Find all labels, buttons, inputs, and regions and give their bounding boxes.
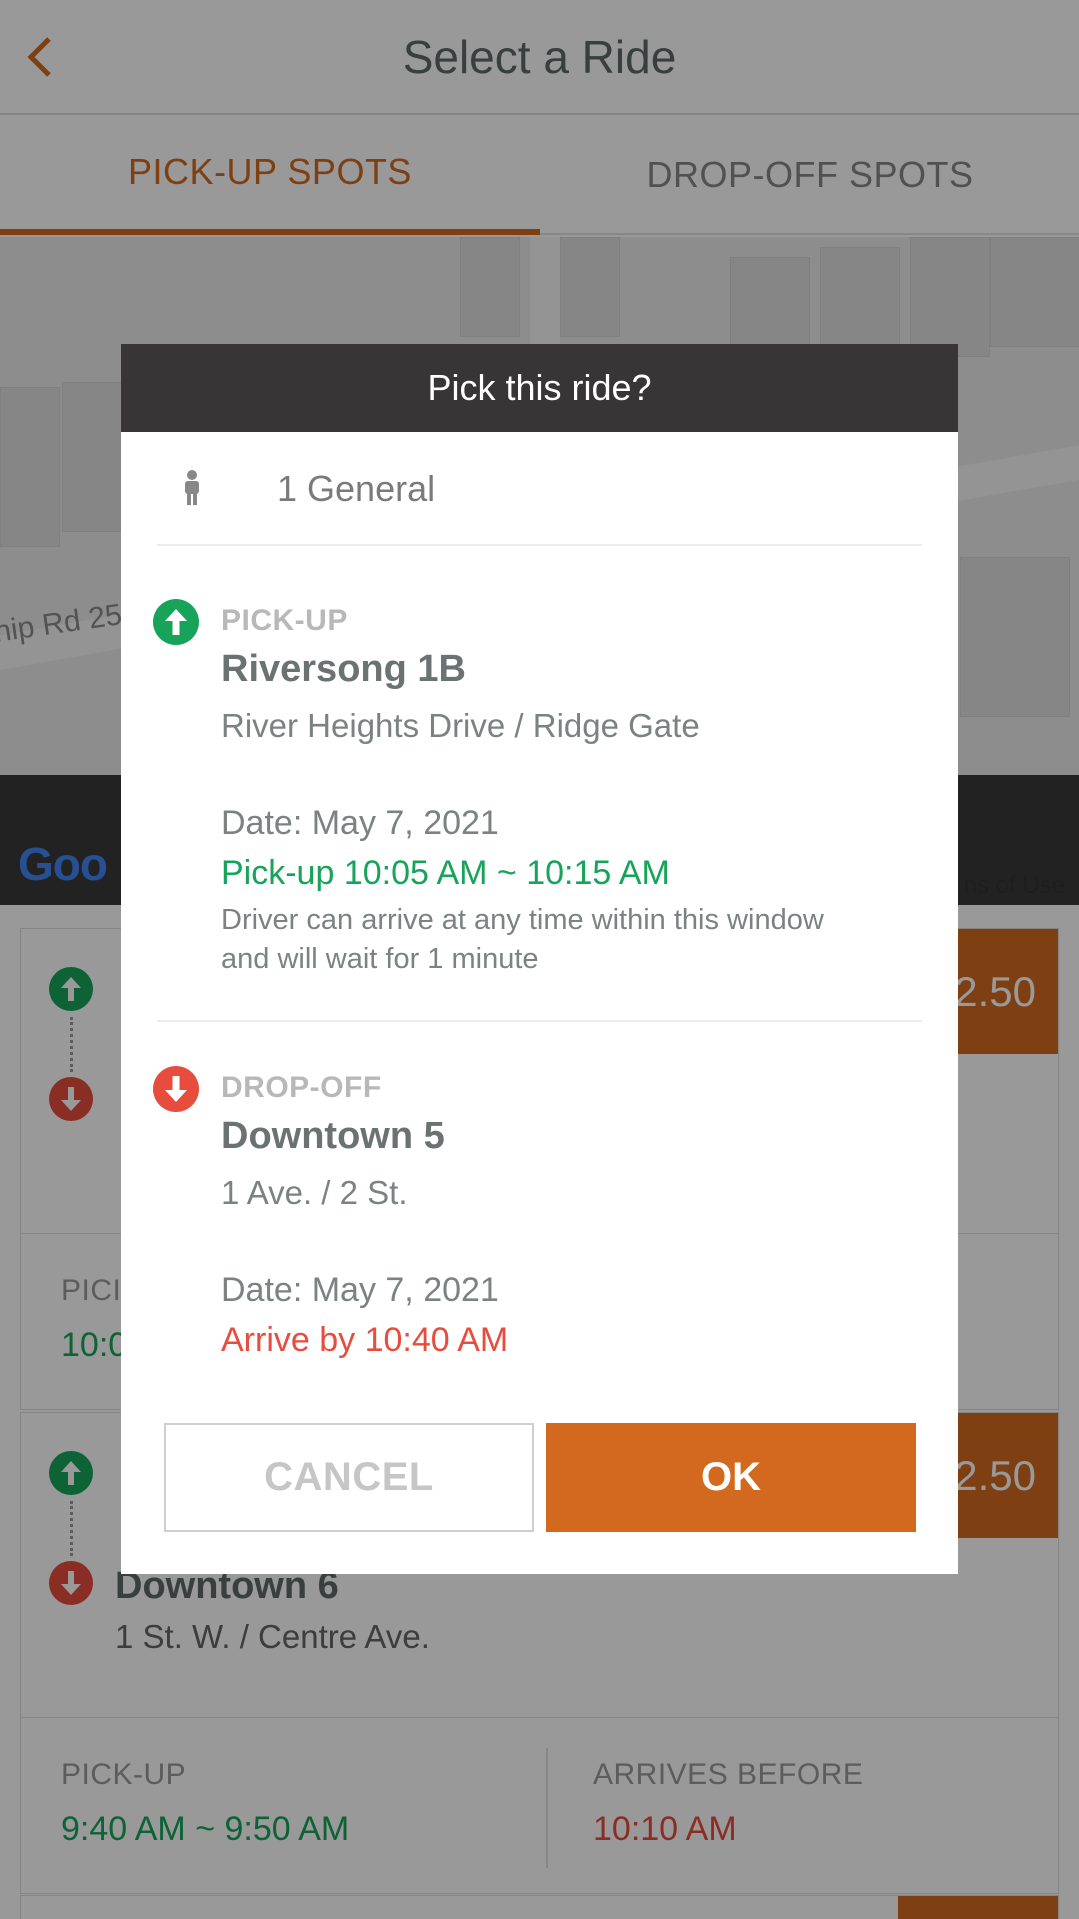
pickup-label: PICK-UP [221, 604, 348, 637]
dropoff-arrow-icon [153, 1066, 199, 1112]
pickup-wait-note: Driver can arrive at any time within thi… [221, 904, 824, 975]
pickup-stop-name: Riversong 1B [221, 648, 466, 690]
passenger-count: 1 General [277, 468, 436, 509]
dropoff-date: Date: May 7, 2021 [221, 1271, 499, 1309]
passenger-row: 1 General [157, 432, 922, 546]
person-icon [179, 470, 205, 511]
pickup-window: Pick-up 10:05 AM ~ 10:15 AM [221, 854, 670, 892]
dropoff-stop-address: 1 Ave. / 2 St. [221, 1174, 408, 1211]
dialog-title: Pick this ride? [121, 344, 958, 432]
dropoff-label: DROP-OFF [221, 1071, 382, 1104]
ok-button[interactable]: OK [546, 1423, 916, 1532]
section-divider [157, 1020, 922, 1022]
pickup-stop-address: River Heights Drive / Ridge Gate [221, 707, 700, 744]
cancel-button[interactable]: CANCEL [164, 1423, 534, 1532]
pickup-date: Date: May 7, 2021 [221, 804, 499, 842]
pickup-arrow-icon [153, 599, 199, 645]
confirm-ride-dialog: Pick this ride? 1 General PICK-UP Rivers… [121, 344, 958, 1574]
dropoff-stop-name: Downtown 5 [221, 1115, 445, 1157]
dropoff-arrive-by: Arrive by 10:40 AM [221, 1321, 509, 1359]
